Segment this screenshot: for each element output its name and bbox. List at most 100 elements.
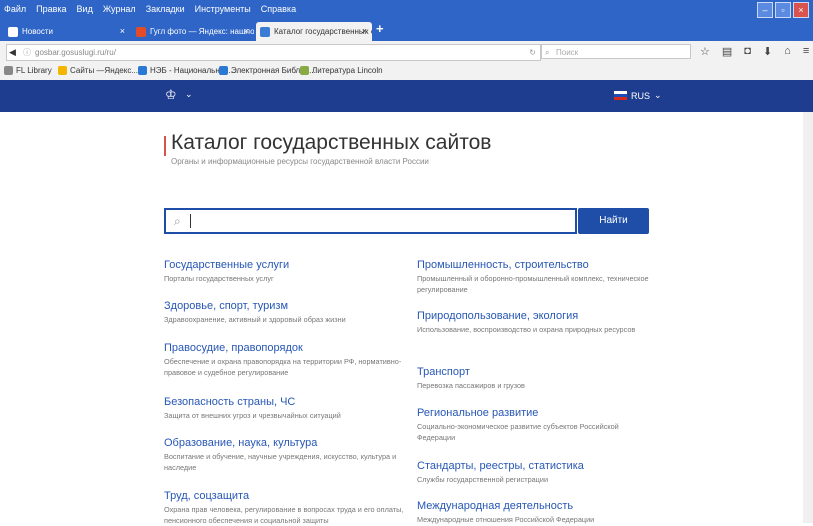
category-item[interactable]: Стандарты, реестры, статистика Службы го… [417,460,657,485]
minimize-button[interactable]: – [757,2,773,18]
nav-bar: ◀ ⓘ gosbar.gosuslugi.ru/ru/ ↻ ⌕ Поиск ☆ … [0,41,813,64]
bookmark-favicon-icon [300,66,309,75]
category-item[interactable]: Региональное развитие Социально-экономич… [417,407,657,443]
page-subtitle: Органы и информационные ресурсы государс… [171,157,429,166]
category-title[interactable]: Стандарты, реестры, статистика [417,460,657,472]
close-tab-icon[interactable]: × [120,22,125,41]
search-button[interactable]: Найти [578,208,649,234]
bookmark-item[interactable]: Сайты —Яндекс... [58,66,138,75]
category-desc: Международные отношения Российской Федер… [417,515,595,524]
category-item[interactable]: Транспорт Перевозка пассажиров и грузов [417,366,657,391]
category-item[interactable]: Правосудие, правопорядок Обеспечение и о… [164,342,404,378]
maximize-button[interactable]: ▫ [775,2,791,18]
category-desc: Промышленный и оборонно-промышленный ком… [417,274,649,294]
browser-search-placeholder: Поиск [556,48,579,57]
tab-label: Новости [22,27,53,36]
category-item[interactable]: Труд, соцзащита Охрана прав человека, ре… [164,490,404,526]
category-desc: Порталы государственных услуг [164,274,274,283]
page-scrollbar[interactable] [803,112,813,523]
menu-bookmarks[interactable]: Закладки [146,4,185,14]
category-desc: Воспитание и обучение, научные учреждени… [164,452,397,472]
bookmark-label: Сайты —Яндекс... [70,66,138,75]
category-item[interactable]: Природопользование, экология Использован… [417,310,657,335]
menu-bar: Файл Правка Вид Журнал Закладки Инструме… [0,0,813,19]
tab-label: Гугл фото — Яндекс: нашлось... [150,27,254,36]
category-title[interactable]: Государственные услуги [164,259,404,271]
info-icon[interactable]: ⓘ [23,45,31,60]
category-title[interactable]: Транспорт [417,366,657,378]
category-item[interactable]: Безопасность страны, ЧС Защита от внешни… [164,396,404,421]
close-window-button[interactable]: × [793,2,809,18]
yandex-favicon-icon [136,27,146,37]
category-desc: Службы государственной регистрации [417,475,549,484]
site-search-input[interactable]: ⌕ [164,208,577,234]
new-tab-button[interactable]: + [376,21,384,36]
site-header: ♔ ⌄ RUS ⌄ [0,80,813,112]
tab-catalog[interactable]: Каталог государственных с... × [256,22,372,41]
menu-help[interactable]: Справка [261,4,296,14]
close-tab-icon[interactable]: × [244,22,249,41]
category-item[interactable]: Здоровье, спорт, туризм Здравоохранение,… [164,300,404,325]
tab-label: Каталог государственных с... [274,27,372,36]
bookmark-favicon-icon [219,66,228,75]
category-desc: Защита от внешних угроз и чрезвычайных с… [164,411,341,420]
home-icon[interactable]: ⌂ [784,45,791,58]
bookmark-item[interactable]: Литература Lincoln [300,66,383,75]
search-icon: ⌕ [174,214,181,228]
reload-icon[interactable]: ↻ [529,45,536,60]
bookmark-favicon-icon [138,66,147,75]
chevron-down-icon: ⌄ [654,90,662,100]
category-title[interactable]: Правосудие, правопорядок [164,342,404,354]
category-desc: Перевозка пассажиров и грузов [417,381,525,390]
category-item[interactable]: Государственные услуги Порталы государст… [164,259,404,284]
bookmark-label: Литература Lincoln [312,66,383,75]
category-desc: Социально-экономическое развитие субъект… [417,422,619,442]
category-item[interactable]: Международная деятельность Международные… [417,500,657,525]
category-desc: Обеспечение и охрана правопорядка на тер… [164,357,402,377]
menu-view[interactable]: Вид [77,4,93,14]
language-label: RUS [631,90,651,101]
menu-history[interactable]: Журнал [103,4,136,14]
category-title[interactable]: Здоровье, спорт, туризм [164,300,404,312]
bookmark-item[interactable]: FL Library [4,66,52,75]
category-desc: Использование, воспроизводство и охрана … [417,325,636,334]
category-item[interactable]: Образование, наука, культура Воспитание … [164,437,404,473]
menu-hamburger-icon[interactable]: ≡ [803,45,809,58]
category-title[interactable]: Образование, наука, культура [164,437,404,449]
category-title[interactable]: Природопользование, экология [417,310,657,322]
category-title[interactable]: Труд, соцзащита [164,490,404,502]
flag-icon [614,91,627,100]
emblem-icon[interactable]: ♔ [165,87,181,103]
address-bar[interactable]: ◀ ⓘ gosbar.gosuslugi.ru/ru/ ↻ [6,44,541,61]
back-arrow-icon[interactable]: ◀ [9,45,16,60]
bookmark-favicon-icon [58,66,67,75]
bookmark-label: FL Library [16,66,52,75]
category-item[interactable]: Промышленность, строительство Промышленн… [417,259,657,295]
news-favicon-icon [8,27,18,37]
download-icon[interactable]: ⬇ [763,45,772,58]
tab-yandex[interactable]: Гугл фото — Яндекс: нашлось... × [132,22,254,41]
menu-tools[interactable]: Инструменты [195,4,251,14]
chevron-down-icon[interactable]: ⌄ [185,89,193,100]
tab-news[interactable]: Новости × [4,22,130,41]
star-bookmark-icon[interactable]: ☆ [700,45,710,58]
category-title[interactable]: Безопасность страны, ЧС [164,396,404,408]
category-title[interactable]: Промышленность, строительство [417,259,657,271]
category-title[interactable]: Региональное развитие [417,407,657,419]
text-cursor [190,214,191,228]
language-selector[interactable]: RUS ⌄ [614,90,662,101]
menu-edit[interactable]: Правка [36,4,66,14]
url-text[interactable]: gosbar.gosuslugi.ru/ru/ [35,45,116,60]
browser-search-field[interactable]: ⌕ Поиск [541,44,691,59]
bookmarks-bar: FL Library Сайты —Яндекс... НЭБ - Национ… [0,63,813,81]
menu-file[interactable]: Файл [4,4,26,14]
tab-bar: Новости × Гугл фото — Яндекс: нашлось...… [0,19,813,41]
library-icon[interactable]: ▤ [722,45,732,58]
pocket-icon[interactable]: ◘ [744,45,751,58]
category-title[interactable]: Международная деятельность [417,500,657,512]
catalog-favicon-icon [260,27,270,37]
close-tab-icon[interactable]: × [362,22,367,41]
bookmark-favicon-icon [4,66,13,75]
search-icon: ⌕ [545,48,550,57]
category-desc: Здравоохранение, активный и здоровый обр… [164,315,346,324]
